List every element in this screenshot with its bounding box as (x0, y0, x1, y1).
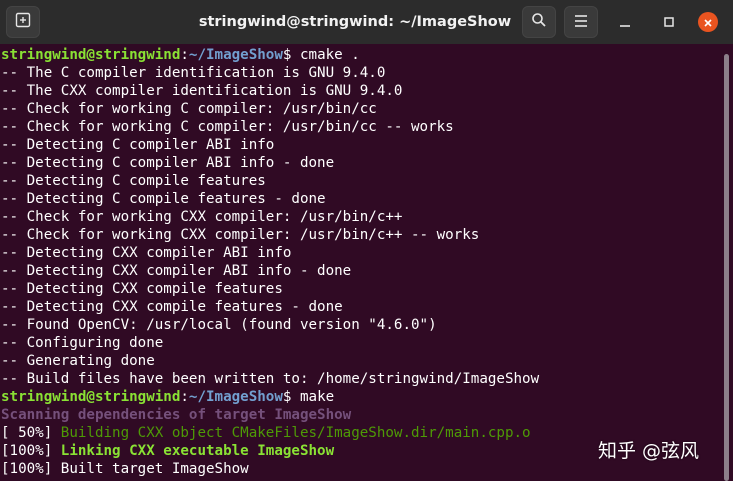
output-line: -- Configuring done (1, 335, 164, 351)
title-bar: stringwind@stringwind: ~/ImageShow (0, 0, 733, 44)
output-line: -- The CXX compiler identification is GN… (1, 83, 403, 99)
output-line: -- Generating done (1, 353, 155, 369)
minimize-icon (619, 13, 631, 32)
output-line: -- Detecting CXX compile features (1, 281, 283, 297)
build-percent: [ 50%] (1, 425, 61, 441)
terminal-output[interactable]: stringwind@stringwind:~/ImageShow$ cmake… (0, 46, 724, 481)
terminal-scrollbar[interactable] (724, 46, 729, 481)
prompt-path: ~/ImageShow (188, 47, 283, 63)
maximize-icon (663, 13, 675, 32)
output-line: -- Detecting CXX compile features - done (1, 299, 343, 315)
prompt-user: stringwind@stringwind (1, 47, 181, 63)
output-line: -- Detecting C compiler ABI info (1, 137, 275, 153)
output-line: -- The C compiler identification is GNU … (1, 65, 386, 81)
maximize-button[interactable] (658, 11, 680, 33)
new-tab-icon (15, 12, 31, 32)
command-text: make (299, 389, 335, 405)
output-line: -- Check for working CXX compiler: /usr/… (1, 227, 480, 243)
window-title: stringwind@stringwind: ~/ImageShow (198, 14, 512, 30)
output-line: -- Detecting C compiler ABI info - done (1, 155, 335, 171)
prompt-separator: : (180, 389, 189, 405)
search-button[interactable] (522, 6, 556, 38)
prompt-line: stringwind@stringwind:~/ImageShow$ make (0, 388, 724, 406)
link-percent: [100%] (1, 443, 61, 459)
output-line: -- Build files have been written to: /ho… (1, 371, 540, 387)
command-text: cmake . (299, 47, 360, 63)
minimize-button[interactable] (614, 11, 636, 33)
prompt-symbol: $ (282, 47, 300, 63)
prompt-path: ~/ImageShow (188, 389, 283, 405)
search-icon (531, 12, 547, 32)
prompt-user: stringwind@stringwind (1, 389, 181, 405)
build-message: Building CXX object CMakeFiles/ImageShow… (60, 425, 531, 441)
output-line: -- Check for working C compiler: /usr/bi… (1, 101, 377, 117)
output-line: -- Detecting C compile features (1, 173, 266, 189)
prompt-separator: : (180, 47, 189, 63)
output-line: -- Check for working CXX compiler: /usr/… (1, 209, 403, 225)
terminal-window: stringwind@stringwind: ~/ImageShow strin… (0, 0, 733, 481)
prompt-line: stringwind@stringwind:~/ImageShow$ cmake… (0, 46, 724, 64)
hamburger-menu-icon (573, 13, 589, 32)
output-line: -- Detecting CXX compiler ABI info (1, 245, 292, 261)
close-button[interactable] (698, 12, 718, 32)
output-line: -- Detecting CXX compiler ABI info - don… (1, 263, 352, 279)
scanning-line: Scanning dependencies of target ImageSho… (1, 407, 352, 423)
link-message: Linking CXX executable ImageShow (60, 443, 335, 459)
close-icon (703, 13, 713, 32)
output-line: -- Check for working C compiler: /usr/bi… (1, 119, 454, 135)
new-tab-button[interactable] (6, 6, 40, 38)
scrollbar-thumb[interactable] (724, 54, 729, 481)
output-line: -- Found OpenCV: /usr/local (found versi… (1, 317, 437, 333)
prompt-symbol: $ (282, 389, 300, 405)
menu-button[interactable] (564, 6, 598, 38)
watermark: 知乎 @弦风 (598, 440, 700, 462)
output-line: -- Detecting C compile features - done (1, 191, 326, 207)
